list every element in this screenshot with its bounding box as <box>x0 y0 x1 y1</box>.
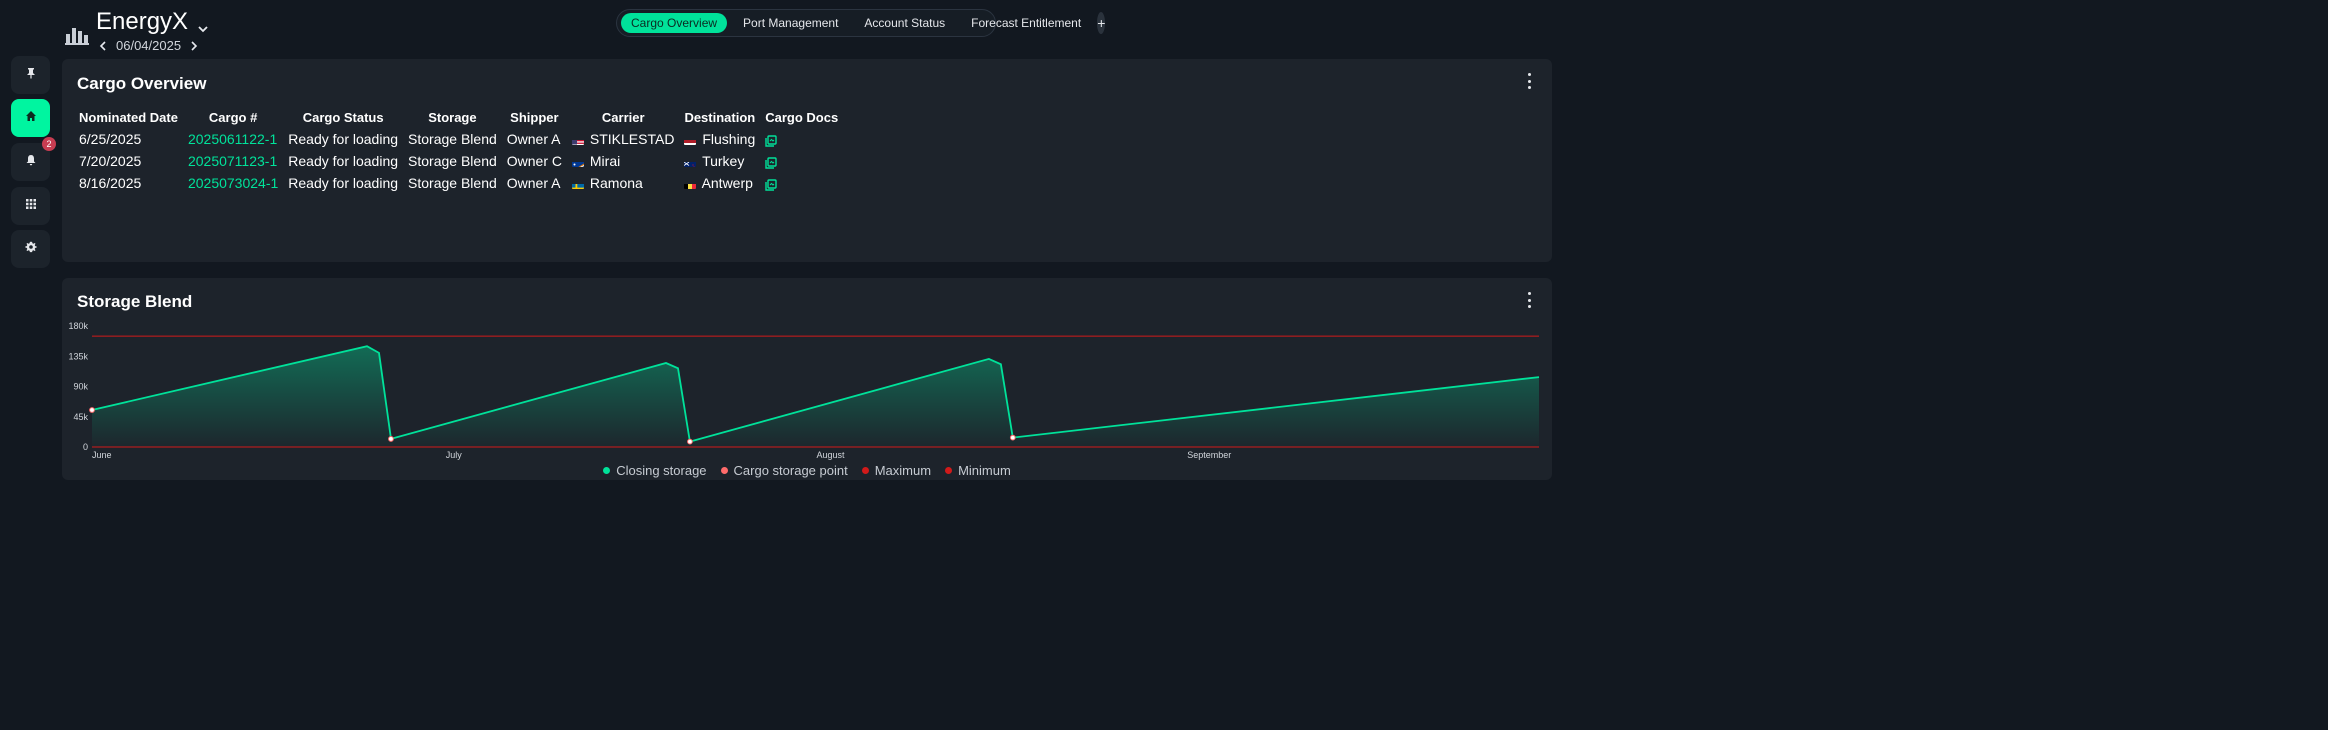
y-tick-label: 0 <box>83 442 88 452</box>
sidebar-apps-button[interactable] <box>11 187 50 225</box>
tab-account-status[interactable]: Account Status <box>854 13 955 33</box>
chevron-down-icon <box>196 15 210 33</box>
cargo-overview-title: Cargo Overview <box>77 74 207 93</box>
refinery-logo-icon <box>64 20 90 46</box>
gear-icon <box>24 240 37 258</box>
more-options-icon[interactable] <box>1524 73 1534 89</box>
pin-icon <box>25 66 37 84</box>
y-tick-label: 90k <box>73 382 88 392</box>
column-header[interactable]: Carrier <box>567 106 679 128</box>
y-tick-label: 180k <box>68 321 88 331</box>
chevron-right-icon[interactable] <box>187 39 201 53</box>
brand: EnergyX <box>65 8 210 45</box>
storage-blend-panel: Storage Blend 180k 135k 90k 45k 0 June July Au… <box>62 278 1552 480</box>
shipper: Owner A <box>506 175 561 191</box>
legend-closing-storage[interactable]: Closing storage <box>603 463 707 478</box>
legend-minimum[interactable]: Minimum <box>945 463 1011 478</box>
belgium-flag-icon <box>684 180 697 189</box>
sidebar-notifications-button[interactable]: 2 <box>11 137 56 181</box>
column-header[interactable]: Destination <box>679 106 760 128</box>
nominated-date: 7/20/2025 <box>79 153 142 169</box>
cargo-storage-point[interactable] <box>89 407 95 413</box>
cargo-storage-point[interactable] <box>388 436 394 442</box>
carrier-name: Mirai <box>589 153 621 169</box>
destination-name: Antwerp <box>701 175 753 191</box>
app-switcher[interactable]: EnergyX <box>96 8 210 36</box>
sidebar-settings-button[interactable] <box>11 230 50 268</box>
legend-maximum[interactable]: Maximum <box>861 463 931 478</box>
destination-name: Turkey <box>702 153 745 169</box>
table-row[interactable]: 8/16/2025 2025073024-1 Ready for loading… <box>74 172 843 194</box>
notification-count-badge: 2 <box>42 137 56 151</box>
closing-storage-area <box>92 346 1539 447</box>
column-header[interactable]: Storage <box>403 106 502 128</box>
sidebar-pin-button[interactable] <box>11 56 50 94</box>
storage: Storage Blend <box>408 175 497 191</box>
x-tick-label: September <box>1187 450 1231 460</box>
legend-cargo-storage-point[interactable]: Cargo storage point <box>720 463 848 478</box>
sweden-flag-icon <box>572 180 584 189</box>
shipper: Owner A <box>506 131 561 147</box>
netherlands-flag-icon <box>684 136 697 145</box>
documents-icon[interactable] <box>765 178 777 191</box>
sidebar-home-button[interactable] <box>11 99 50 137</box>
cargo-number-link[interactable]: 2025061122-1 <box>188 131 277 147</box>
bell-icon <box>25 153 37 171</box>
cargo-storage-point[interactable] <box>687 438 693 445</box>
app-name: EnergyX <box>96 8 189 35</box>
legend-dot-icon <box>861 467 869 474</box>
cargo-number-link[interactable]: 2025071123-1 <box>188 153 277 169</box>
chart-legend: Closing storage Cargo storage point Maxi… <box>62 463 1552 478</box>
cargo-overview-panel: Cargo Overview Nominated Date Cargo # Ca… <box>62 59 1552 262</box>
nominated-date: 8/16/2025 <box>79 175 142 191</box>
tab-bar: Cargo Overview Port Management Account S… <box>616 9 1106 37</box>
tab-forecast-entitlement[interactable]: Forecast Entitlement <box>961 13 1091 33</box>
x-tick-label: August <box>816 450 845 460</box>
storage-blend-chart: 180k 135k 90k 45k 0 June July August September <box>68 321 1540 460</box>
table-header-row: Nominated Date Cargo # Cargo Status Stor… <box>74 106 843 128</box>
date-navigator: 06/04/2025 <box>96 38 201 53</box>
add-tab-button[interactable]: + <box>1097 12 1106 34</box>
home-icon <box>25 109 37 127</box>
y-tick-label: 45k <box>73 412 88 422</box>
chevron-left-icon[interactable] <box>96 39 110 53</box>
marshall-islands-flag-icon <box>572 158 584 167</box>
cargo-number-link[interactable]: 2025073024-1 <box>188 175 278 191</box>
nominated-date: 6/25/2025 <box>79 131 142 147</box>
documents-icon[interactable] <box>765 156 777 169</box>
cargo-status: Ready for loading <box>288 153 399 169</box>
storage: Storage Blend <box>408 131 497 147</box>
x-tick-label: June <box>92 450 112 460</box>
column-header[interactable]: Cargo Status <box>283 106 403 128</box>
shipper: Owner C <box>506 153 562 169</box>
tab-port-management[interactable]: Port Management <box>733 13 848 33</box>
cargo-status: Ready for loading <box>288 175 399 191</box>
current-date: 06/04/2025 <box>116 38 182 53</box>
documents-icon[interactable] <box>765 134 777 147</box>
legend-dot-icon <box>720 467 728 474</box>
cargo-storage-point[interactable] <box>1009 434 1016 441</box>
us-flag-icon <box>572 136 584 145</box>
new-zealand-flag-icon <box>684 158 697 167</box>
column-header[interactable]: Cargo # <box>183 106 283 128</box>
cargo-status: Ready for loading <box>288 131 399 147</box>
column-header[interactable]: Nominated Date <box>74 106 183 128</box>
column-header[interactable]: Cargo Docs <box>760 106 843 128</box>
table-row[interactable]: 6/25/2025 2025061122-1 Ready for loading… <box>74 128 843 150</box>
legend-dot-icon <box>945 467 953 474</box>
tab-cargo-overview[interactable]: Cargo Overview <box>621 13 728 33</box>
cargo-table: Nominated Date Cargo # Cargo Status Stor… <box>74 106 843 194</box>
legend-dot-icon <box>603 467 611 474</box>
y-tick-label: 135k <box>68 351 88 361</box>
carrier-name: Ramona <box>589 175 643 191</box>
column-header[interactable]: Shipper <box>502 106 567 128</box>
destination-name: Flushing <box>702 131 756 147</box>
apps-grid-icon <box>25 197 37 215</box>
carrier-name: STIKLESTAD <box>589 131 675 147</box>
table-row[interactable]: 7/20/2025 2025071123-1 Ready for loading… <box>74 150 843 172</box>
storage: Storage Blend <box>408 153 497 169</box>
x-tick-label: July <box>446 450 463 460</box>
